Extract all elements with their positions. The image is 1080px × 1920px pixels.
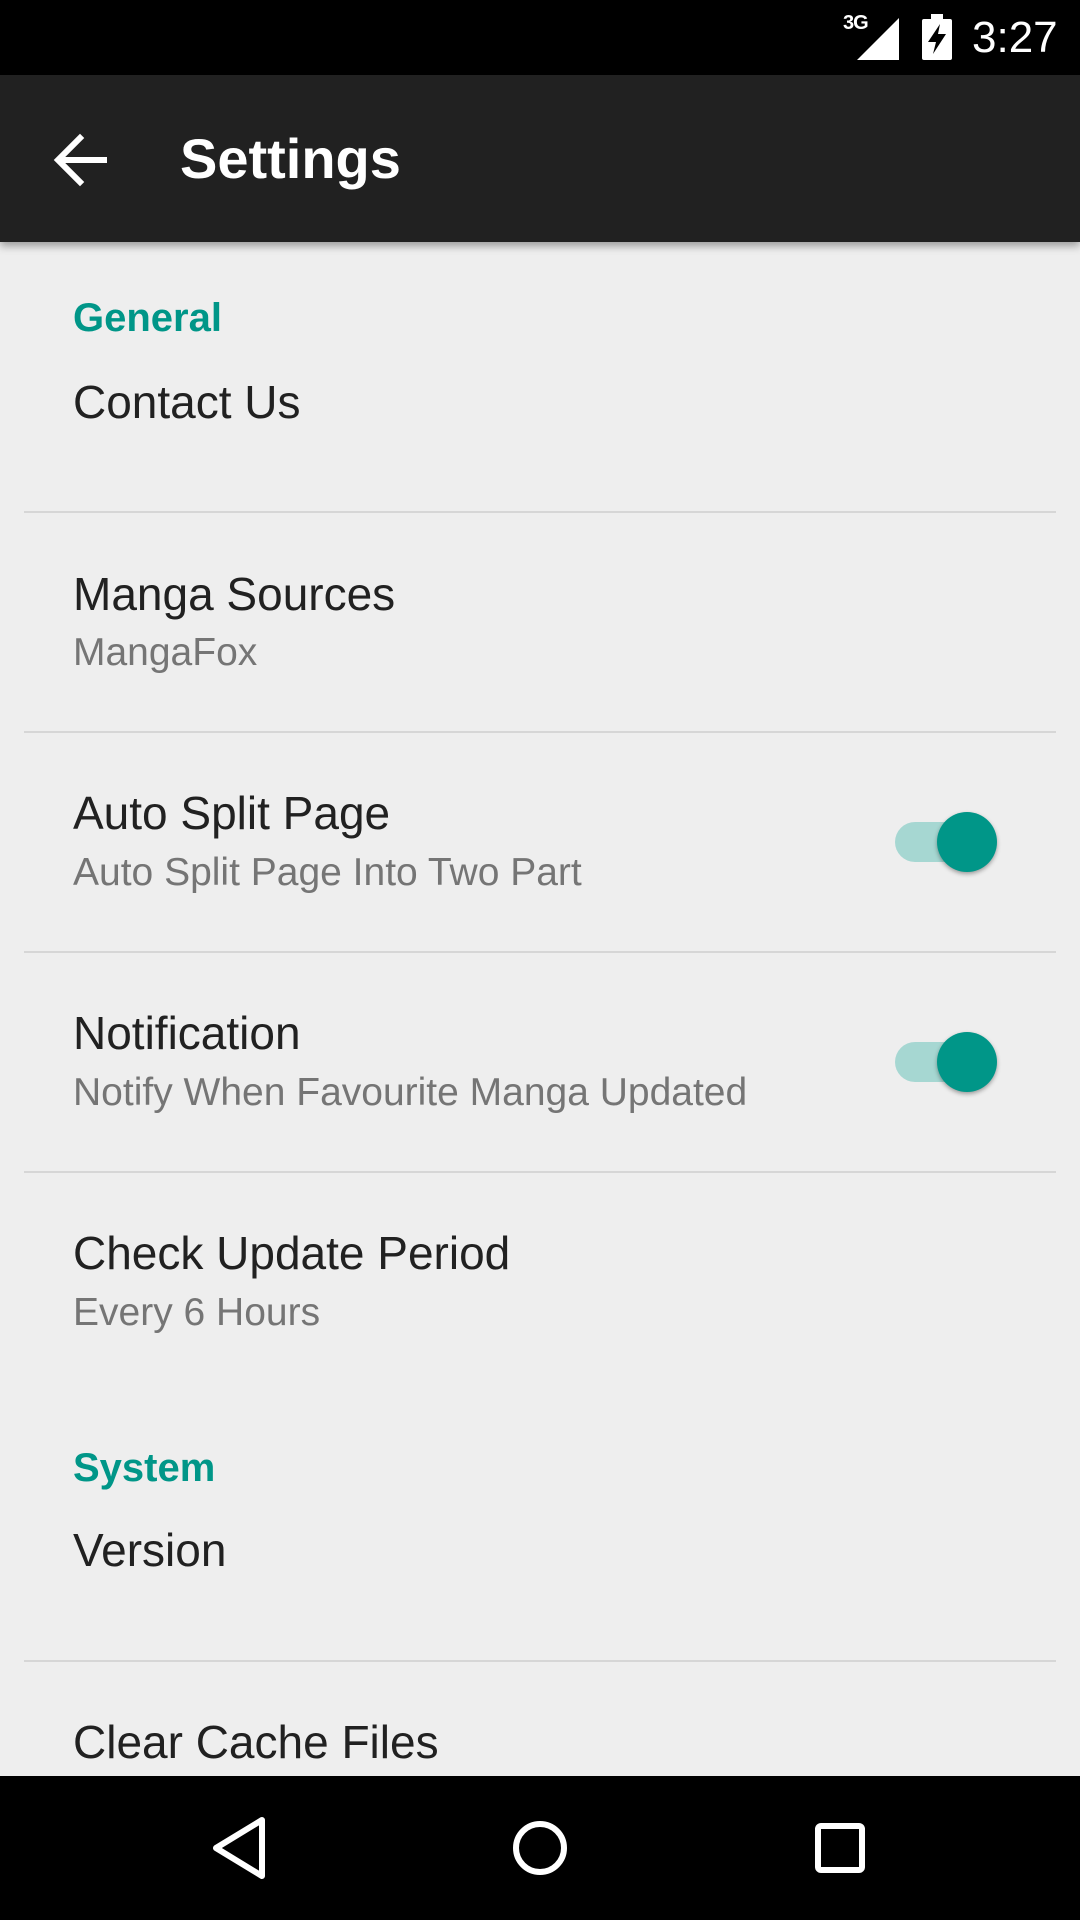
pref-check-update-period[interactable]: Check Update Period Every 6 Hours [0, 1173, 1080, 1373]
notification-toggle[interactable] [895, 1030, 999, 1094]
pref-summary: Every 6 Hours [73, 1291, 321, 1334]
pref-title: Manga Sources [73, 568, 396, 620]
pref-title: Clear Cache Files [73, 1716, 439, 1768]
back-triangle-icon[interactable] [200, 1808, 280, 1888]
pref-title: Contact Us [73, 376, 301, 428]
pref-title: Auto Split Page [73, 787, 391, 839]
signal-icon [857, 18, 899, 60]
auto-split-toggle[interactable] [895, 810, 999, 874]
pref-summary: Auto Split Page Into Two Part [73, 851, 582, 894]
pref-contact-us[interactable]: Contact Us [0, 342, 1080, 502]
pref-clear-cache[interactable]: Clear Cache Files [0, 1662, 1080, 1776]
pref-summary: MangaFox [73, 631, 258, 674]
arrow-back-icon[interactable] [48, 128, 112, 192]
recents-square-icon[interactable] [800, 1808, 880, 1888]
battery-charging-icon [922, 14, 952, 60]
status-bar: 3G 3:27 [0, 0, 1080, 75]
pref-summary: Notify When Favourite Manga Updated [73, 1071, 748, 1114]
settings-list[interactable]: General Contact Us Manga Sources MangaFo… [0, 242, 1080, 1776]
home-circle-icon[interactable] [500, 1808, 580, 1888]
navigation-bar [0, 1776, 1080, 1920]
pref-version[interactable]: Version [0, 1492, 1080, 1652]
pref-title: Notification [73, 1007, 301, 1059]
section-header-system: System [73, 1446, 216, 1490]
page-title: Settings [180, 127, 401, 190]
pref-auto-split-page[interactable]: Auto Split Page Auto Split Page Into Two… [0, 733, 1080, 951]
pref-manga-sources[interactable]: Manga Sources MangaFox [0, 513, 1080, 731]
pref-notification[interactable]: Notification Notify When Favourite Manga… [0, 953, 1080, 1173]
app-bar: Settings [0, 75, 1080, 242]
pref-title: Version [73, 1524, 227, 1576]
status-clock: 3:27 [972, 13, 1058, 62]
switch-thumb [937, 1032, 997, 1092]
pref-title: Check Update Period [73, 1227, 511, 1279]
section-header-general: General [73, 296, 222, 340]
switch-thumb [937, 812, 997, 872]
